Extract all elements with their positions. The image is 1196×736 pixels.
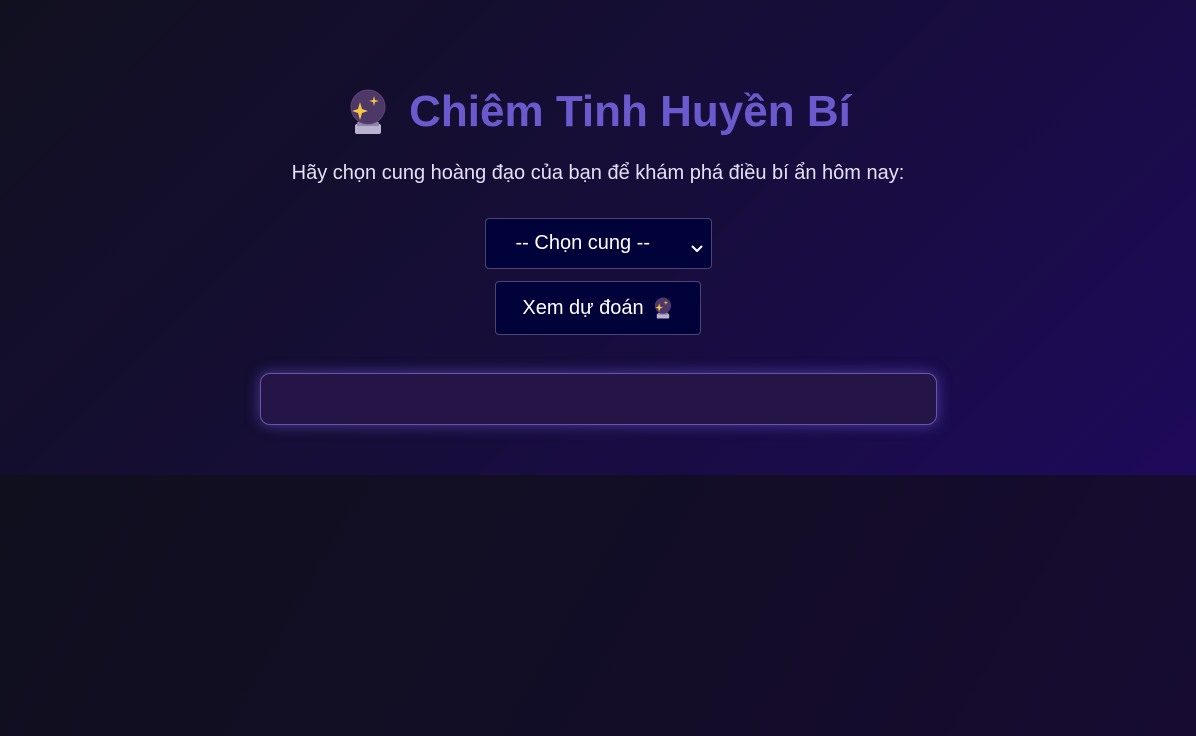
page-title-text: Chiêm Tinh Huyền Bí xyxy=(409,87,851,136)
predict-button-label: Xem dự đoán xyxy=(522,296,644,319)
chevron-down-icon xyxy=(691,238,703,252)
zodiac-prompt: Hãy chọn cung hoàng đạo của bạn để khám … xyxy=(291,162,905,184)
crystal-ball-icon xyxy=(345,88,391,136)
page-title: Chiêm Tinh Huyền Bí xyxy=(345,84,851,140)
prediction-result-box xyxy=(259,373,937,425)
predict-button[interactable]: Xem dự đoán xyxy=(495,281,701,335)
crystal-ball-icon xyxy=(652,296,674,320)
page-background xyxy=(0,475,1196,736)
zodiac-select-wrapper: -- Chọn cung -- xyxy=(484,218,712,269)
zodiac-select-value: -- Chọn cung -- xyxy=(515,232,651,254)
main-container: Chiêm Tinh Huyền Bí Hãy chọn cung hoàng … xyxy=(0,0,1196,425)
zodiac-select[interactable]: -- Chọn cung -- xyxy=(484,218,712,269)
